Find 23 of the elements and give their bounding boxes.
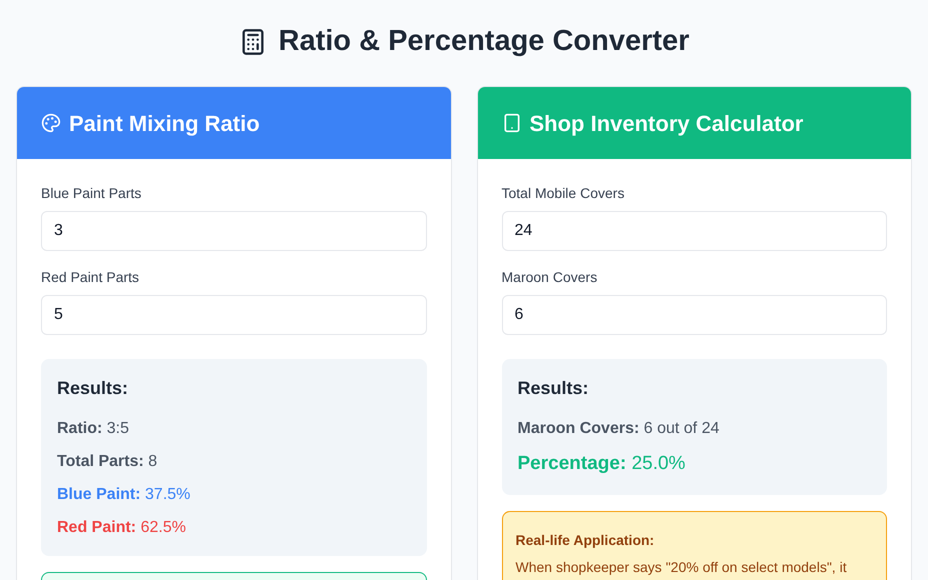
card-title: Paint Mixing Ratio bbox=[69, 110, 260, 138]
result-line: Maroon Covers: 6 out of 24 bbox=[518, 419, 720, 439]
results-heading: Results: bbox=[57, 377, 130, 400]
palette-icon bbox=[41, 113, 61, 133]
result-line: Percentage: 25.0% bbox=[518, 452, 686, 476]
field-label: Maroon Covers bbox=[502, 268, 598, 287]
field-label: Blue Paint Parts bbox=[41, 184, 142, 203]
result-line: Red Paint: 62.5% bbox=[57, 518, 187, 538]
note-text: When shopkeeper says "20% off on select models", it bbox=[516, 558, 848, 577]
field-label: Total Mobile Covers bbox=[502, 184, 626, 203]
input-field[interactable]: 6 bbox=[502, 295, 887, 335]
note-heading: Real-life Application: bbox=[516, 530, 656, 550]
card-title: Shop Inventory Calculator bbox=[530, 110, 804, 138]
phone-icon bbox=[502, 113, 522, 133]
field-label: Red Paint Parts bbox=[41, 268, 140, 287]
page-title: Ratio & Percentage Converter bbox=[278, 24, 690, 60]
result-line: Ratio: 3:5 bbox=[57, 419, 130, 439]
input-field[interactable]: 3 bbox=[41, 211, 426, 251]
input-field[interactable]: 5 bbox=[41, 295, 426, 335]
result-line: Blue Paint: 37.5% bbox=[57, 485, 192, 505]
result-line: Total Parts: 8 bbox=[57, 452, 158, 472]
input-field[interactable]: 24 bbox=[502, 211, 887, 251]
results-heading: Results: bbox=[518, 377, 590, 400]
